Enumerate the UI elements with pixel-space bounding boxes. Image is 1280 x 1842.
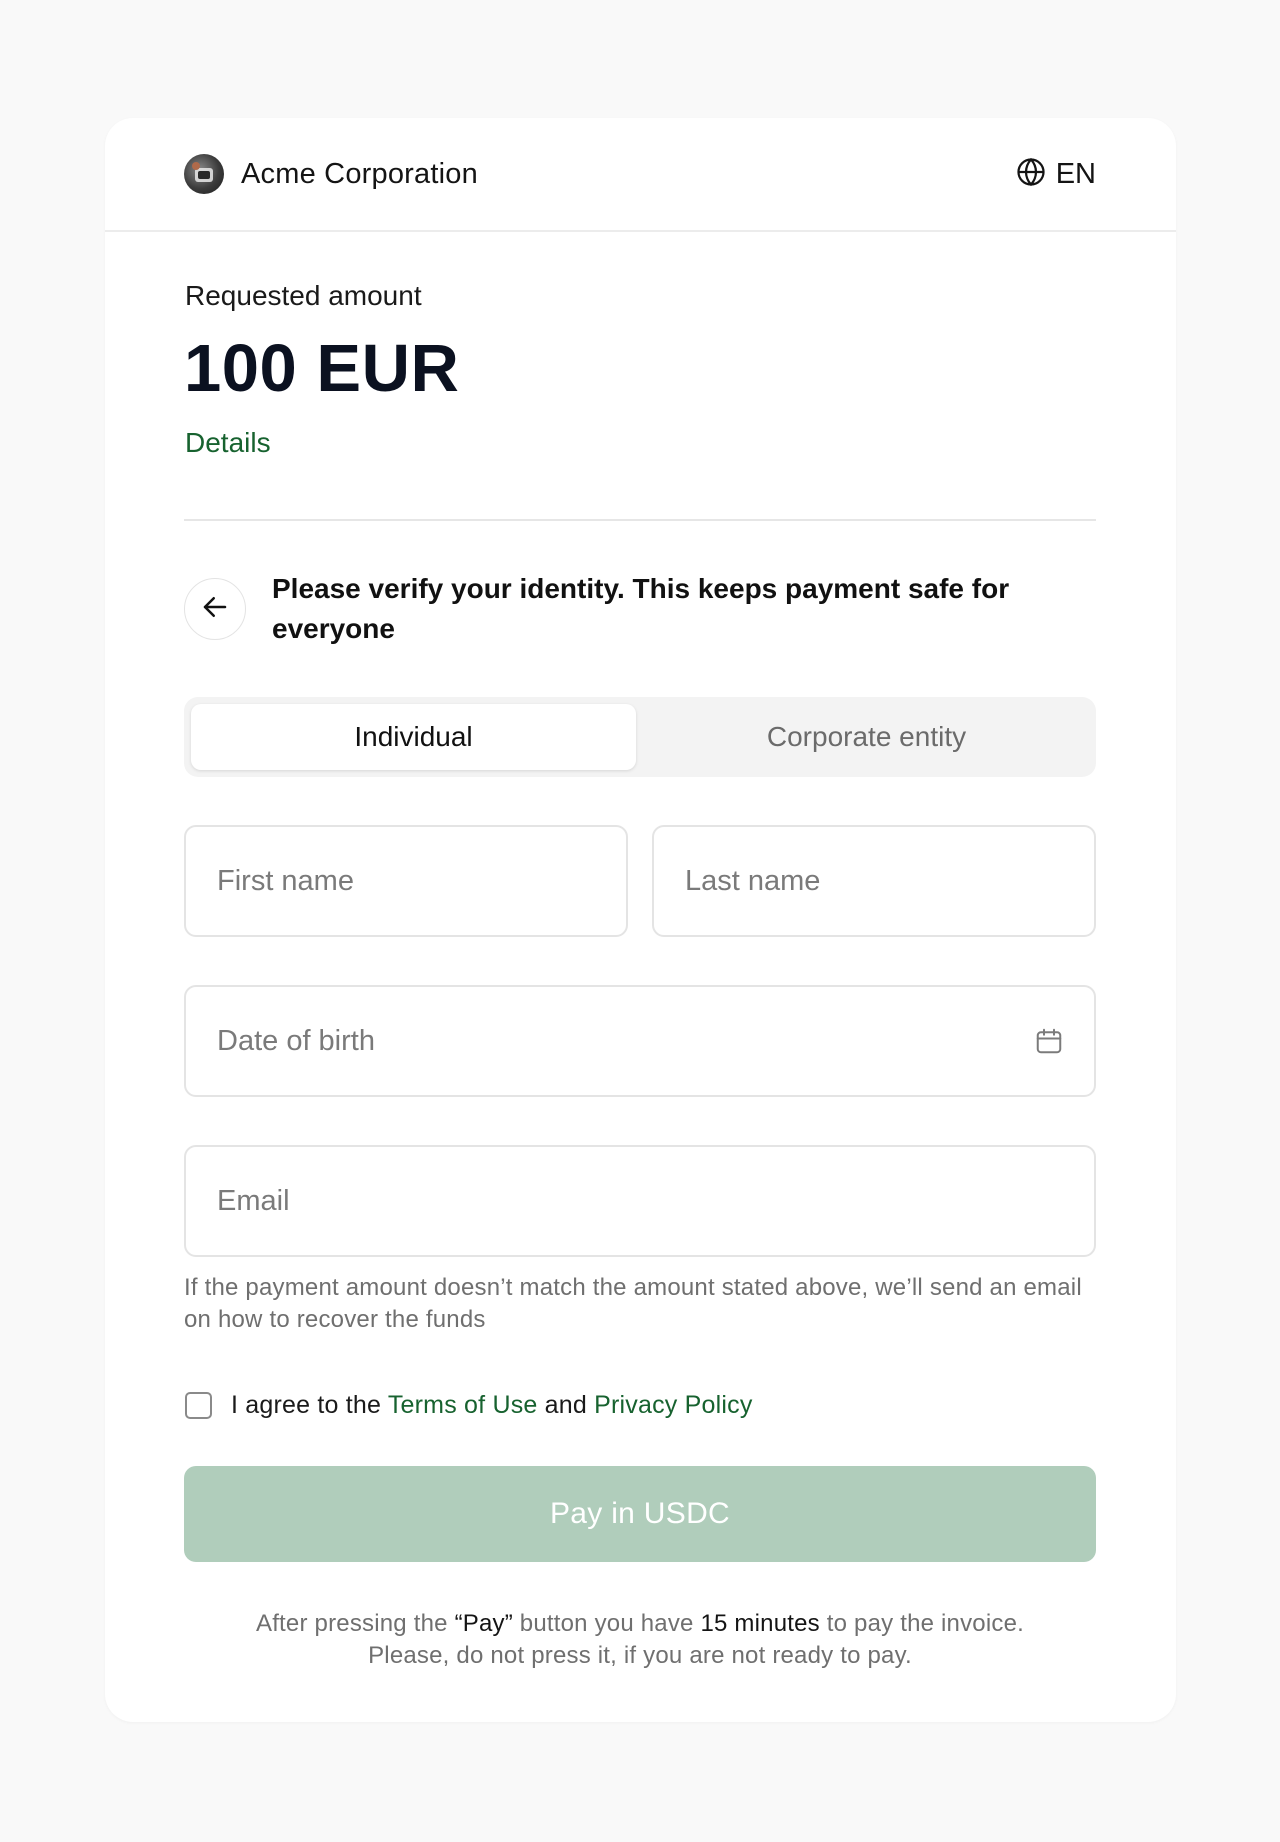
first-name-input[interactable] bbox=[217, 864, 626, 898]
requested-amount-label: Requested amount bbox=[185, 280, 422, 311]
company-logo bbox=[184, 154, 224, 194]
requested-amount-value: 100 EUR bbox=[184, 331, 460, 406]
date-of-birth-input[interactable] bbox=[217, 1024, 1094, 1058]
footnote-pay-quote: “Pay” bbox=[454, 1610, 513, 1637]
pay-footnote: After pressing the “Pay” button you have… bbox=[184, 1608, 1096, 1672]
email-helper-text: If the payment amount doesn’t match the … bbox=[184, 1274, 1082, 1333]
payment-card: Acme Corporation EN Requested amount 100… bbox=[105, 118, 1176, 1722]
card-header: Acme Corporation EN bbox=[105, 118, 1176, 232]
terms-agreement: I agree to the Terms of Use and Privacy … bbox=[185, 1388, 753, 1422]
agree-prefix: I agree to the bbox=[231, 1390, 382, 1419]
arrow-left-icon bbox=[200, 592, 230, 627]
company-name: Acme Corporation bbox=[241, 157, 478, 190]
section-divider bbox=[184, 519, 1096, 521]
email-input[interactable] bbox=[217, 1184, 1094, 1218]
brand: Acme Corporation bbox=[184, 153, 478, 195]
footnote-part3: to pay the invoice. bbox=[826, 1610, 1025, 1637]
terms-of-use-link[interactable]: Terms of Use bbox=[388, 1391, 538, 1419]
details-link[interactable]: Details bbox=[185, 427, 271, 459]
terms-agreement-text: I agree to the Terms of Use and Privacy … bbox=[231, 1391, 753, 1420]
footnote-minutes: 15 minutes bbox=[700, 1610, 820, 1637]
last-name-field[interactable] bbox=[652, 825, 1096, 937]
last-name-input[interactable] bbox=[685, 864, 1094, 898]
language-selector[interactable]: EN bbox=[1016, 153, 1096, 195]
globe-icon bbox=[1016, 157, 1046, 192]
footnote-line-2: Please, do not press it, if you are not … bbox=[368, 1642, 912, 1669]
agree-conjunction: and bbox=[544, 1390, 587, 1419]
date-of-birth-field[interactable] bbox=[184, 985, 1096, 1097]
footnote-line-1: After pressing the “Pay” button you have… bbox=[184, 1608, 1096, 1640]
email-field[interactable] bbox=[184, 1145, 1096, 1257]
footnote-part2: button you have bbox=[519, 1610, 694, 1637]
tab-individual[interactable]: Individual bbox=[191, 704, 636, 770]
verify-identity-message: Please verify your identity. This keeps … bbox=[272, 573, 1010, 644]
entity-type-tabs: Individual Corporate entity bbox=[184, 697, 1096, 777]
privacy-policy-link[interactable]: Privacy Policy bbox=[594, 1391, 752, 1419]
back-button[interactable] bbox=[184, 578, 246, 640]
terms-checkbox[interactable] bbox=[185, 1391, 212, 1419]
calendar-icon[interactable] bbox=[1034, 1026, 1064, 1063]
footnote-part1: After pressing the bbox=[255, 1610, 448, 1637]
language-code: EN bbox=[1055, 157, 1096, 190]
tab-corporate-entity[interactable]: Corporate entity bbox=[644, 704, 1089, 770]
pay-button[interactable]: Pay in USDC bbox=[184, 1466, 1096, 1562]
first-name-field[interactable] bbox=[184, 825, 628, 937]
